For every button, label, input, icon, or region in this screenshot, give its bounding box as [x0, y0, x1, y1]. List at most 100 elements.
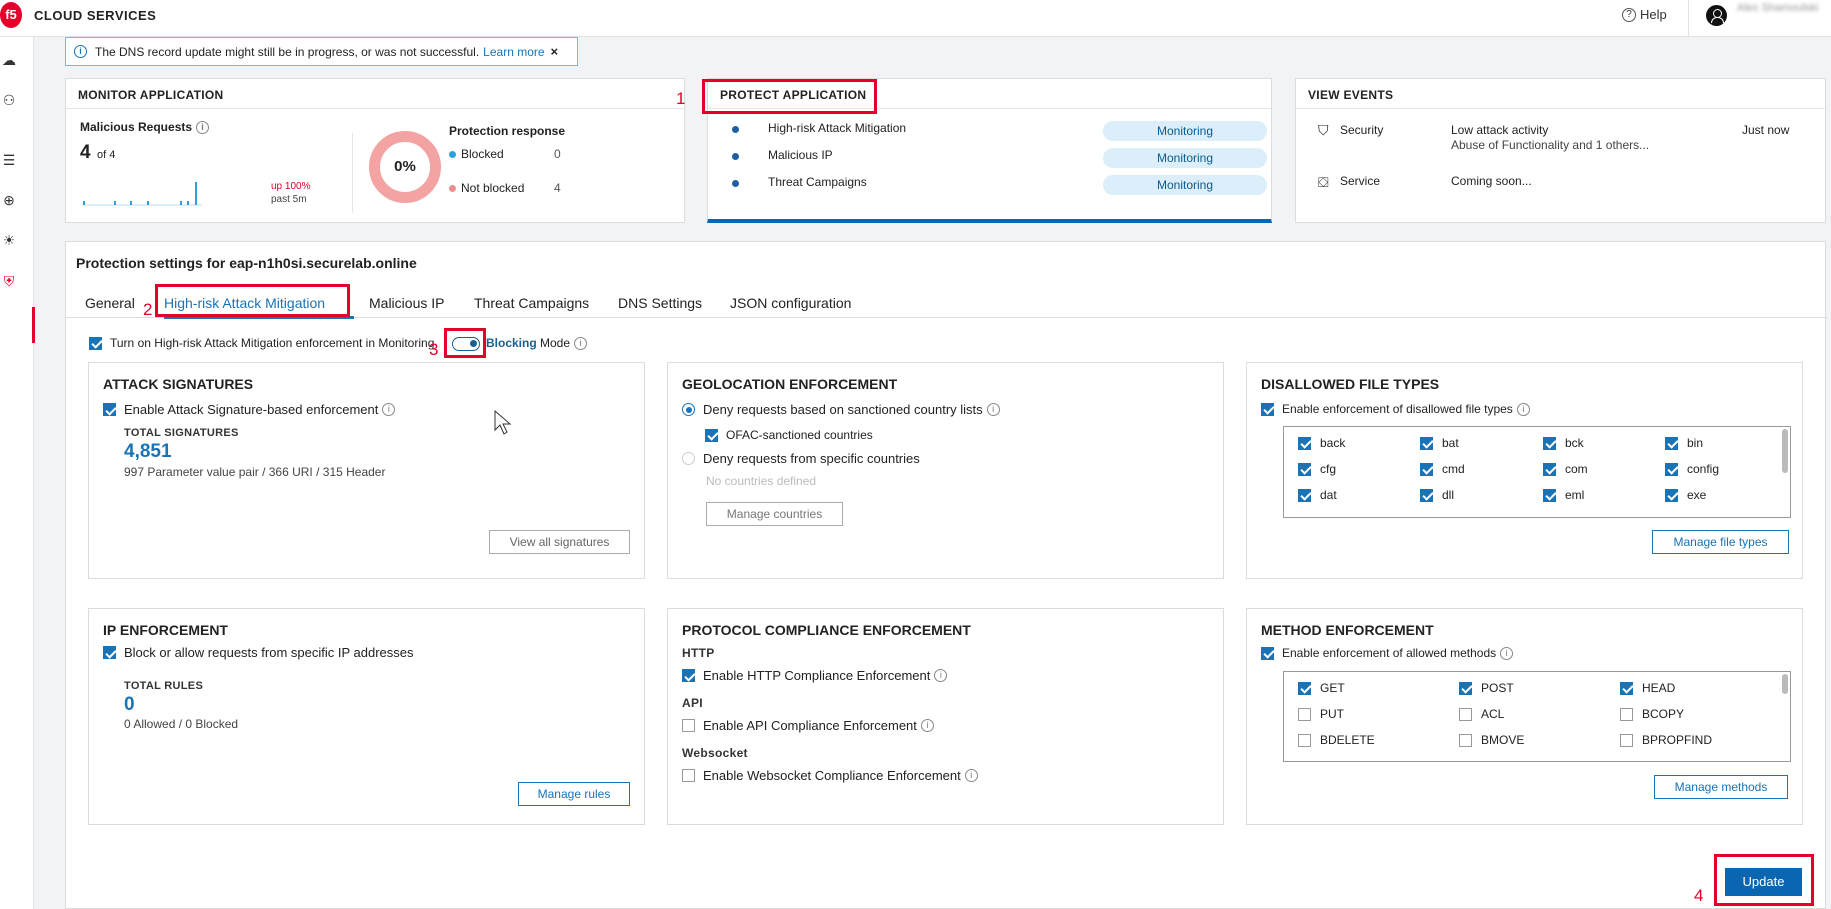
manage-countries-button[interactable]: Manage countries — [706, 502, 843, 526]
tab-malicious-ip[interactable]: Malicious IP — [369, 295, 444, 311]
info-icon[interactable]: i — [964, 769, 978, 782]
close-icon[interactable]: × — [551, 44, 559, 59]
signatures-breakdown: 997 Parameter value pair / 366 URI / 315… — [124, 465, 386, 479]
settings-title: Protection settings for eap-n1h0si.secur… — [76, 255, 417, 271]
card-title: MONITOR APPLICATION — [78, 88, 224, 102]
disallowed-file-types-panel: DISALLOWED FILE TYPES Enable enforcement… — [1246, 362, 1803, 579]
question-icon: ? — [1622, 7, 1636, 22]
ip-enforcement-checkbox[interactable] — [103, 646, 116, 659]
bullet-icon — [732, 153, 739, 160]
list-item: GET — [1298, 681, 1345, 695]
list-item: PUT — [1298, 707, 1344, 721]
annotation-number-3: 3 — [429, 340, 439, 359]
list-item: bck — [1543, 436, 1584, 450]
total-signatures-label: TOTAL SIGNATURES — [124, 427, 239, 439]
service-label[interactable]: Service — [1340, 174, 1380, 188]
info-icon[interactable]: i — [382, 403, 396, 416]
info-icon[interactable]: i — [196, 121, 210, 135]
api-row: Enable API Compliance Enforcement i — [682, 718, 934, 733]
user-avatar-icon[interactable] — [1706, 5, 1727, 26]
info-icon[interactable]: i — [934, 669, 948, 682]
security-label[interactable]: Security — [1340, 123, 1383, 137]
banner-text: The DNS record update might still be in … — [95, 44, 480, 59]
help-label: Help — [1640, 7, 1667, 22]
divider — [352, 133, 353, 213]
annotation-box-1 — [702, 79, 877, 114]
websocket-label: Websocket — [682, 746, 748, 760]
file-types-list[interactable]: back bat bck bin cfg cmd com config dat … — [1283, 426, 1791, 518]
bullet-icon — [732, 180, 739, 187]
view-events-card: VIEW EVENTS ⛉ Security Low attack activi… — [1295, 78, 1826, 223]
info-icon[interactable]: i — [574, 336, 588, 350]
list-item: BCOPY — [1620, 707, 1684, 721]
info-icon[interactable]: i — [1516, 402, 1530, 416]
cloud-icon[interactable]: ☁ — [1, 52, 17, 68]
protect-item-name: Malicious IP — [768, 148, 833, 162]
file-types-enforcement-row: Enable enforcement of disallowed file ty… — [1261, 402, 1530, 416]
f5-logo-icon[interactable]: f5 — [0, 2, 22, 28]
protocol-compliance-panel: PROTOCOL COMPLIANCE ENFORCEMENT HTTP Ena… — [667, 608, 1224, 825]
manage-file-types-button[interactable]: Manage file types — [1652, 530, 1789, 554]
methods-list[interactable]: GET POST HEAD PUT ACL BCOPY BDELETE BMOV… — [1283, 671, 1791, 762]
signature-enforcement-checkbox[interactable] — [103, 403, 116, 416]
period-label: past 5m — [271, 194, 307, 205]
users-icon[interactable]: ⚇ — [1, 92, 17, 108]
scrollbar[interactable] — [1782, 674, 1788, 694]
info-icon[interactable]: i — [1500, 646, 1514, 660]
manage-rules-button[interactable]: Manage rules — [518, 782, 630, 806]
tab-general[interactable]: General — [85, 295, 135, 311]
globe-icon[interactable]: ⊕ — [1, 192, 17, 208]
websocket-checkbox[interactable] — [682, 769, 695, 782]
tab-dns-settings[interactable]: DNS Settings — [618, 295, 702, 311]
username[interactable]: Alex Shamoulski — [1737, 2, 1818, 14]
learn-more-link[interactable]: Learn more — [483, 45, 544, 59]
geolocation-panel: GEOLOCATION ENFORCEMENT Deny requests ba… — [667, 362, 1224, 579]
methods-enforcement-row: Enable enforcement of allowed methods i — [1261, 646, 1514, 660]
methods-checkbox[interactable] — [1261, 646, 1274, 660]
http-checkbox[interactable] — [682, 669, 695, 682]
annotation-box-3 — [444, 328, 486, 358]
shield-app-icon[interactable]: ⛨ — [1, 273, 17, 289]
view-all-signatures-button[interactable]: View all signatures — [489, 530, 630, 554]
help-button[interactable]: ? Help — [1622, 7, 1667, 22]
no-countries-text: No countries defined — [706, 474, 817, 488]
list-item: dll — [1420, 488, 1454, 502]
tab-threat-campaigns[interactable]: Threat Campaigns — [474, 295, 589, 311]
not-blocked-legend: Not blocked — [449, 181, 524, 195]
specific-countries-radio[interactable] — [682, 452, 695, 465]
info-icon[interactable]: i — [986, 403, 1000, 416]
mouse-cursor-icon — [494, 410, 512, 435]
security-text[interactable]: Low attack activity — [1451, 123, 1548, 137]
list-item: config — [1665, 462, 1719, 476]
total-rules-value: 0 — [124, 694, 135, 715]
server-icon[interactable]: ☰ — [1, 152, 17, 168]
bulb-icon[interactable]: ☀ — [1, 232, 17, 248]
sanctioned-lists-radio[interactable] — [682, 403, 695, 416]
ip-enforcement-row: Block or allow requests from specific IP… — [103, 645, 414, 660]
attack-signatures-panel: ATTACK SIGNATURES Enable Attack Signatur… — [88, 362, 645, 579]
tab-json-configuration[interactable]: JSON configuration — [730, 295, 851, 311]
ofac-checkbox[interactable] — [705, 428, 718, 442]
service-icon: ⛋ — [1318, 174, 1329, 190]
status-badge: Monitoring — [1103, 148, 1267, 168]
manage-methods-button[interactable]: Manage methods — [1654, 775, 1788, 799]
file-types-checkbox[interactable] — [1261, 402, 1274, 416]
top-bar: f5 CLOUD SERVICES ? Help Alex Shamoulski — [0, 0, 1831, 37]
enforcement-checkbox[interactable] — [89, 336, 102, 350]
websocket-row: Enable Websocket Compliance Enforcement i — [682, 768, 978, 783]
api-checkbox[interactable] — [682, 719, 695, 732]
protection-response-title: Protection response — [449, 124, 566, 138]
malicious-count: 4 — [80, 142, 91, 163]
info-icon[interactable]: i — [920, 719, 934, 732]
list-item: com — [1543, 462, 1588, 476]
total-signatures-value: 4,851 — [124, 441, 172, 462]
scrollbar[interactable] — [1782, 429, 1788, 473]
card-title: VIEW EVENTS — [1308, 88, 1394, 102]
nav-active-indicator — [32, 307, 35, 343]
status-badge: Monitoring — [1103, 175, 1267, 195]
dns-warning-banner: i The DNS record update might still be i… — [65, 37, 578, 66]
divider — [1688, 0, 1689, 37]
security-sub: Abuse of Functionality and 1 others... — [1451, 138, 1650, 152]
blocking-mode-label: Blocking Mode i — [486, 336, 588, 350]
list-item: ACL — [1459, 707, 1504, 721]
